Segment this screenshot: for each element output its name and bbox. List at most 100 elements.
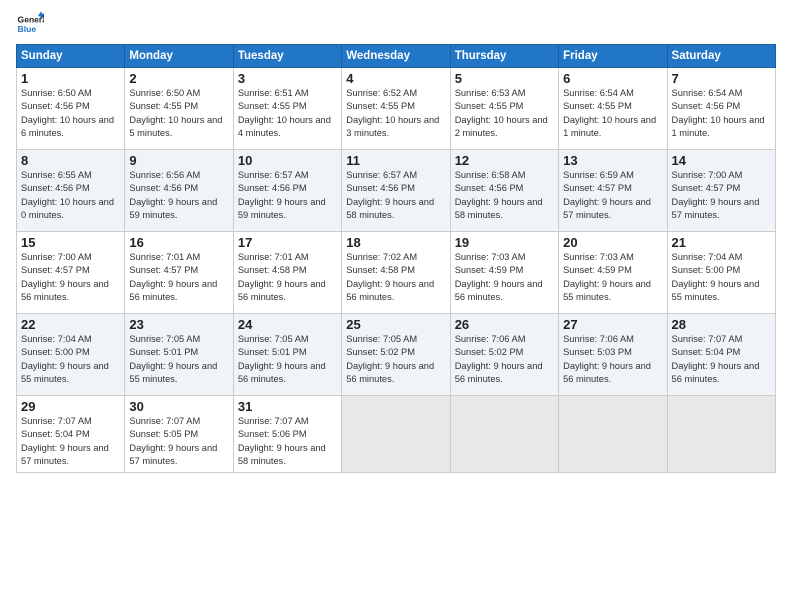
calendar-cell: 2 Sunrise: 6:50 AMSunset: 4:55 PMDaylight… [125,68,233,150]
calendar-cell: 3 Sunrise: 6:51 AMSunset: 4:55 PMDaylight… [233,68,341,150]
cell-text: Sunrise: 6:50 AMSunset: 4:56 PMDaylight:… [21,88,114,138]
header-cell-sunday: Sunday [17,45,125,68]
day-number: 20 [563,235,662,250]
day-number: 17 [238,235,337,250]
cell-text: Sunrise: 7:01 AMSunset: 4:57 PMDaylight:… [129,252,217,302]
day-number: 4 [346,71,445,86]
calendar-cell: 5Sunrise: 6:53 AMSunset: 4:55 PMDaylight… [450,68,558,150]
svg-text:Blue: Blue [18,24,37,34]
day-number: 23 [129,317,228,332]
calendar-cell: 7 Sunrise: 6:54 AMSunset: 4:56 PMDaylight… [667,68,775,150]
day-number: 25 [346,317,445,332]
day-number: 30 [129,399,228,414]
day-number: 2 [129,71,228,86]
calendar-cell: 15 Sunrise: 7:00 AMSunset: 4:57 PMDayligh… [17,232,125,314]
cell-text: Sunrise: 6:57 AMSunset: 4:56 PMDaylight:… [238,170,326,220]
cell-text: Sunrise: 7:07 AMSunset: 5:04 PMDaylight:… [672,334,760,384]
calendar-cell: 14 Sunrise: 7:00 AMSunset: 4:57 PMDayligh… [667,150,775,232]
cell-text: Sunrise: 7:03 AMSunset: 4:59 PMDaylight:… [455,252,543,302]
calendar-cell [667,396,775,473]
calendar-cell: 27 Sunrise: 7:06 AMSunset: 5:03 PMDayligh… [559,314,667,396]
calendar-week-5: 29Sunrise: 7:07 AMSunset: 5:04 PMDayligh… [17,396,776,473]
day-number: 8 [21,153,120,168]
day-number: 7 [672,71,771,86]
day-number: 9 [129,153,228,168]
calendar-cell: 26 Sunrise: 7:06 AMSunset: 5:02 PMDayligh… [450,314,558,396]
calendar-cell: 22Sunrise: 7:04 AMSunset: 5:00 PMDayligh… [17,314,125,396]
day-number: 12 [455,153,554,168]
calendar-cell: 11 Sunrise: 6:57 AMSunset: 4:56 PMDayligh… [342,150,450,232]
cell-text: Sunrise: 6:52 AMSunset: 4:55 PMDaylight:… [346,88,439,138]
header-cell-monday: Monday [125,45,233,68]
calendar-cell: 21Sunrise: 7:04 AMSunset: 5:00 PMDayligh… [667,232,775,314]
cell-text: Sunrise: 6:54 AMSunset: 4:56 PMDaylight:… [672,88,765,138]
calendar-cell: 18 Sunrise: 7:02 AMSunset: 4:58 PMDayligh… [342,232,450,314]
day-number: 1 [21,71,120,86]
calendar-cell: 12Sunrise: 6:58 AMSunset: 4:56 PMDayligh… [450,150,558,232]
calendar-cell: 29Sunrise: 7:07 AMSunset: 5:04 PMDayligh… [17,396,125,473]
cell-text: Sunrise: 7:01 AMSunset: 4:58 PMDaylight:… [238,252,326,302]
cell-text: Sunrise: 7:04 AMSunset: 5:00 PMDaylight:… [672,252,760,302]
header-cell-saturday: Saturday [667,45,775,68]
logo: General Blue [16,10,48,38]
calendar-cell: 13 Sunrise: 6:59 AMSunset: 4:57 PMDayligh… [559,150,667,232]
day-number: 22 [21,317,120,332]
calendar-cell: 19 Sunrise: 7:03 AMSunset: 4:59 PMDayligh… [450,232,558,314]
day-number: 19 [455,235,554,250]
day-number: 16 [129,235,228,250]
calendar-cell: 17 Sunrise: 7:01 AMSunset: 4:58 PMDayligh… [233,232,341,314]
cell-text: Sunrise: 6:51 AMSunset: 4:55 PMDaylight:… [238,88,331,138]
day-number: 28 [672,317,771,332]
header-cell-friday: Friday [559,45,667,68]
day-number: 6 [563,71,662,86]
cell-text: Sunrise: 7:06 AMSunset: 5:02 PMDaylight:… [455,334,543,384]
cell-text: Sunrise: 7:07 AMSunset: 5:05 PMDaylight:… [129,416,217,466]
cell-text: Sunrise: 7:00 AMSunset: 4:57 PMDaylight:… [21,252,109,302]
calendar-cell: 4 Sunrise: 6:52 AMSunset: 4:55 PMDaylight… [342,68,450,150]
cell-text: Sunrise: 6:53 AMSunset: 4:55 PMDaylight:… [455,88,548,138]
calendar-week-4: 22Sunrise: 7:04 AMSunset: 5:00 PMDayligh… [17,314,776,396]
calendar-body: 1 Sunrise: 6:50 AMSunset: 4:56 PMDaylight… [17,68,776,473]
calendar-cell: 9 Sunrise: 6:56 AMSunset: 4:56 PMDaylight… [125,150,233,232]
cell-text: Sunrise: 7:00 AMSunset: 4:57 PMDaylight:… [672,170,760,220]
calendar-cell: 31Sunrise: 7:07 AMSunset: 5:06 PMDayligh… [233,396,341,473]
cell-text: Sunrise: 7:02 AMSunset: 4:58 PMDaylight:… [346,252,434,302]
header-cell-wednesday: Wednesday [342,45,450,68]
day-number: 24 [238,317,337,332]
header-cell-tuesday: Tuesday [233,45,341,68]
day-number: 26 [455,317,554,332]
day-number: 18 [346,235,445,250]
day-number: 27 [563,317,662,332]
calendar-cell: 24Sunrise: 7:05 AMSunset: 5:01 PMDayligh… [233,314,341,396]
calendar-cell [342,396,450,473]
calendar-cell: 23 Sunrise: 7:05 AMSunset: 5:01 PMDayligh… [125,314,233,396]
day-number: 10 [238,153,337,168]
day-number: 11 [346,153,445,168]
calendar-cell: 6Sunrise: 6:54 AMSunset: 4:55 PMDaylight… [559,68,667,150]
calendar-cell: 8Sunrise: 6:55 AMSunset: 4:56 PMDaylight… [17,150,125,232]
calendar-header-row: SundayMondayTuesdayWednesdayThursdayFrid… [17,45,776,68]
calendar-cell: 10 Sunrise: 6:57 AMSunset: 4:56 PMDayligh… [233,150,341,232]
calendar-cell: 20Sunrise: 7:03 AMSunset: 4:59 PMDayligh… [559,232,667,314]
cell-text: Sunrise: 6:59 AMSunset: 4:57 PMDaylight:… [563,170,651,220]
cell-text: Sunrise: 6:56 AMSunset: 4:56 PMDaylight:… [129,170,217,220]
header-cell-thursday: Thursday [450,45,558,68]
cell-text: Sunrise: 7:05 AMSunset: 5:01 PMDaylight:… [129,334,217,384]
cell-text: Sunrise: 6:57 AMSunset: 4:56 PMDaylight:… [346,170,434,220]
calendar-cell: 25Sunrise: 7:05 AMSunset: 5:02 PMDayligh… [342,314,450,396]
day-number: 14 [672,153,771,168]
cell-text: Sunrise: 7:07 AMSunset: 5:06 PMDaylight:… [238,416,326,466]
cell-text: Sunrise: 6:50 AMSunset: 4:55 PMDaylight:… [129,88,222,138]
calendar-week-3: 15 Sunrise: 7:00 AMSunset: 4:57 PMDayligh… [17,232,776,314]
day-number: 15 [21,235,120,250]
cell-text: Sunrise: 7:06 AMSunset: 5:03 PMDaylight:… [563,334,651,384]
calendar-table: SundayMondayTuesdayWednesdayThursdayFrid… [16,44,776,473]
day-number: 3 [238,71,337,86]
calendar-week-2: 8Sunrise: 6:55 AMSunset: 4:56 PMDaylight… [17,150,776,232]
calendar-cell: 30 Sunrise: 7:07 AMSunset: 5:05 PMDayligh… [125,396,233,473]
calendar-cell [559,396,667,473]
page-container: General Blue SundayMondayTuesdayWednesda… [0,0,792,483]
day-number: 13 [563,153,662,168]
cell-text: Sunrise: 7:07 AMSunset: 5:04 PMDaylight:… [21,416,109,466]
calendar-cell: 1 Sunrise: 6:50 AMSunset: 4:56 PMDaylight… [17,68,125,150]
